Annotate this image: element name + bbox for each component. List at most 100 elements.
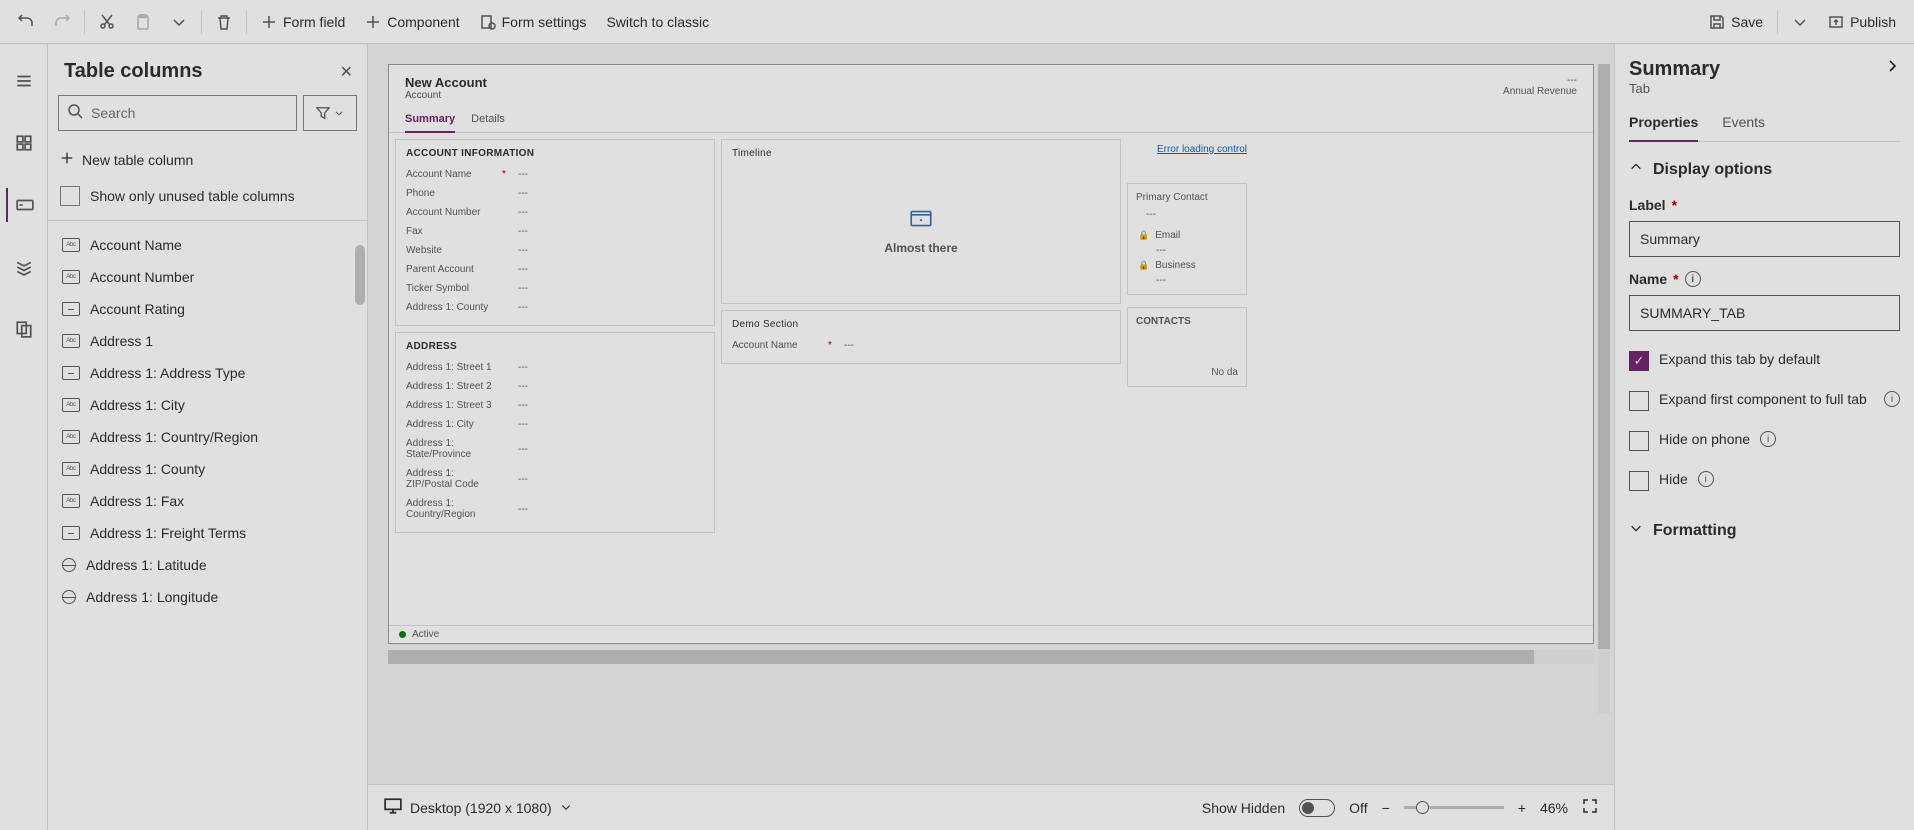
- optionset-icon: [62, 302, 80, 316]
- form-field[interactable]: Address 1: Street 3---: [406, 396, 704, 415]
- show-unused-row[interactable]: Show only unused table columns: [48, 178, 367, 220]
- error-link[interactable]: Error loading control: [1157, 144, 1247, 155]
- form-field[interactable]: Fax---: [406, 222, 704, 241]
- form-page[interactable]: New Account Account --- Annual Revenue S…: [388, 64, 1594, 644]
- text-icon: [62, 334, 80, 348]
- tab-properties[interactable]: Properties: [1629, 108, 1698, 142]
- chevron-down-icon: [171, 14, 187, 30]
- column-item[interactable]: Address 1: Longitude: [48, 581, 367, 613]
- info-icon[interactable]: i: [1760, 431, 1776, 447]
- save-button[interactable]: Save: [1699, 8, 1773, 36]
- column-item[interactable]: Account Number: [48, 261, 367, 293]
- column-item[interactable]: Account Name: [48, 229, 367, 261]
- cut-button[interactable]: [89, 8, 125, 36]
- publish-button[interactable]: Publish: [1818, 8, 1906, 36]
- section-display-options[interactable]: Display options: [1629, 150, 1900, 183]
- column-item[interactable]: Address 1: [48, 325, 367, 357]
- form-settings-button[interactable]: Form settings: [470, 8, 597, 36]
- toolbar: Form field Component Form settings Switc…: [0, 0, 1914, 44]
- hide-row[interactable]: Hide i: [1629, 459, 1900, 491]
- expand-first-row[interactable]: Expand first component to full tab i: [1629, 379, 1900, 411]
- form-field[interactable]: Address 1: County---: [406, 298, 704, 317]
- section-timeline[interactable]: Timeline Almost there: [721, 139, 1121, 304]
- canvas-vertical-scrollbar[interactable]: [1598, 64, 1610, 714]
- device-selector[interactable]: Desktop (1920 x 1080): [384, 797, 572, 818]
- save-dropdown[interactable]: [1782, 8, 1818, 36]
- redo-button[interactable]: [44, 8, 80, 36]
- delete-button[interactable]: [206, 8, 242, 36]
- nav-columns[interactable]: [6, 188, 40, 222]
- paste-button[interactable]: [125, 8, 161, 36]
- info-icon[interactable]: i: [1685, 271, 1701, 287]
- tab-events[interactable]: Events: [1722, 108, 1765, 141]
- contacts-card[interactable]: CONTACTS No da: [1127, 307, 1247, 387]
- search-input[interactable]: [91, 105, 288, 121]
- nav-tree[interactable]: [7, 250, 41, 284]
- form-tab-details[interactable]: Details: [471, 109, 505, 132]
- column-item[interactable]: Address 1: City: [48, 389, 367, 421]
- form-field[interactable]: Account Name*---: [732, 336, 1110, 355]
- name-input[interactable]: [1629, 295, 1900, 331]
- form-field[interactable]: Account Name*---: [406, 165, 704, 184]
- hide-phone-checkbox[interactable]: [1629, 431, 1649, 451]
- section-account-info[interactable]: ACCOUNT INFORMATION Account Name*---Phon…: [395, 139, 715, 326]
- expand-default-checkbox[interactable]: ✓: [1629, 351, 1649, 371]
- cut-icon: [99, 14, 115, 30]
- chevron-down-icon: [1792, 14, 1808, 30]
- primary-contact-card[interactable]: Primary Contact --- 🔒Email --- 🔒Business…: [1127, 183, 1247, 295]
- switch-classic-button[interactable]: Switch to classic: [596, 8, 719, 36]
- expand-default-row[interactable]: ✓ Expand this tab by default: [1629, 339, 1900, 371]
- label-input[interactable]: [1629, 221, 1900, 257]
- zoom-slider[interactable]: [1404, 806, 1504, 809]
- form-field[interactable]: Ticker Symbol---: [406, 279, 704, 298]
- form-field[interactable]: Address 1: City---: [406, 415, 704, 434]
- filter-button[interactable]: [303, 95, 357, 131]
- new-table-column-button[interactable]: New table column: [48, 141, 367, 178]
- form-field[interactable]: Parent Account---: [406, 260, 704, 279]
- column-label: Address 1: [90, 333, 153, 349]
- form-field[interactable]: Address 1: ZIP/Postal Code---: [406, 464, 704, 494]
- column-item[interactable]: Address 1: Latitude: [48, 549, 367, 581]
- nav-forms[interactable]: [7, 312, 41, 346]
- form-field[interactable]: Address 1: Street 2---: [406, 377, 704, 396]
- form-field[interactable]: Phone---: [406, 184, 704, 203]
- paste-dropdown[interactable]: [161, 8, 197, 36]
- column-item[interactable]: Address 1: County: [48, 453, 367, 485]
- nav-components[interactable]: [7, 126, 41, 160]
- section-formatting[interactable]: Formatting: [1629, 511, 1900, 544]
- nav-hamburger[interactable]: [7, 64, 41, 98]
- column-item[interactable]: Address 1: Fax: [48, 485, 367, 517]
- section-address[interactable]: ADDRESS Address 1: Street 1---Address 1:…: [395, 332, 715, 533]
- form-field[interactable]: Address 1: Street 1---: [406, 358, 704, 377]
- form-field-button[interactable]: Form field: [251, 8, 355, 36]
- fit-to-screen-button[interactable]: [1582, 798, 1598, 817]
- column-list-scrollbar[interactable]: [355, 245, 365, 305]
- close-panel-button[interactable]: ✕: [340, 62, 353, 82]
- zoom-out-button[interactable]: −: [1382, 800, 1390, 816]
- chevron-right-icon[interactable]: [1884, 58, 1900, 79]
- column-item[interactable]: Account Rating: [48, 293, 367, 325]
- canvas-horizontal-scrollbar[interactable]: [388, 650, 1594, 664]
- globe-icon: [62, 590, 76, 604]
- zoom-in-button[interactable]: +: [1518, 800, 1526, 816]
- form-tab-summary[interactable]: Summary: [405, 109, 455, 133]
- info-icon[interactable]: i: [1698, 471, 1714, 487]
- form-field[interactable]: Account Number---: [406, 203, 704, 222]
- form-field[interactable]: Address 1: State/Province---: [406, 434, 704, 464]
- show-hidden-toggle[interactable]: [1299, 799, 1335, 817]
- info-icon[interactable]: i: [1884, 391, 1900, 407]
- search-input-wrapper[interactable]: [58, 95, 297, 131]
- column-item[interactable]: Address 1: Country/Region: [48, 421, 367, 453]
- column-item[interactable]: Address 1: Address Type: [48, 357, 367, 389]
- form-field[interactable]: Address 1: Country/Region---: [406, 494, 704, 524]
- column-item[interactable]: Address 1: Freight Terms: [48, 517, 367, 549]
- hide-phone-row[interactable]: Hide on phone i: [1629, 419, 1900, 451]
- show-unused-checkbox[interactable]: [60, 186, 80, 206]
- section-demo[interactable]: Demo Section Account Name*---: [721, 310, 1121, 364]
- form-field[interactable]: Website---: [406, 241, 704, 260]
- hide-checkbox[interactable]: [1629, 471, 1649, 491]
- undo-button[interactable]: [8, 8, 44, 36]
- form-tabs: Summary Details: [389, 107, 1593, 133]
- component-button[interactable]: Component: [355, 8, 469, 36]
- expand-first-checkbox[interactable]: [1629, 391, 1649, 411]
